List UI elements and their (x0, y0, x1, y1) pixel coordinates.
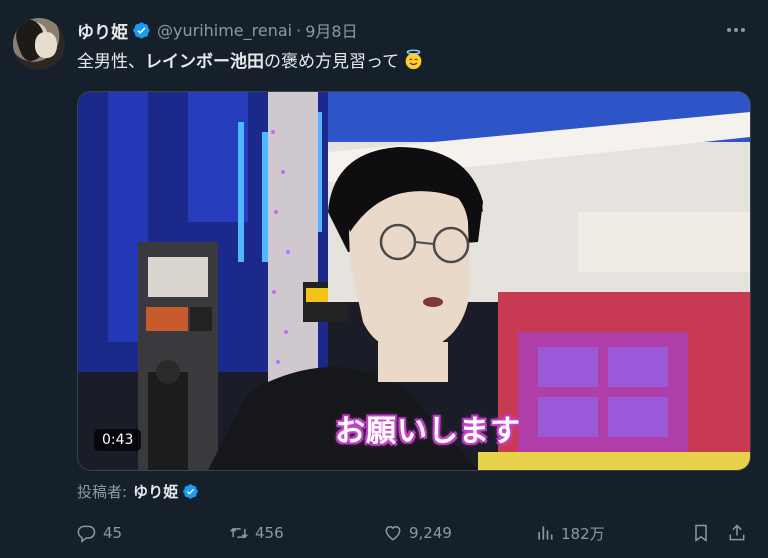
retweet-count: 456 (255, 524, 284, 542)
tweet-text: 全男性、 レインボー池田 の褒め方見習って (77, 47, 424, 72)
verified-badge-icon[interactable] (132, 21, 151, 40)
tweet-date[interactable]: 9月8日 (305, 18, 357, 42)
header-separator: · (296, 20, 302, 40)
like-count: 9,249 (409, 524, 452, 542)
author-name[interactable]: ゆり姫 (77, 18, 128, 43)
bookmark-icon (695, 524, 707, 542)
retweet-icon (230, 527, 248, 539)
halo-smile-emoji-icon (405, 49, 422, 70)
video-player[interactable]: お願いします 0:43 (77, 91, 751, 471)
reply-icon (77, 525, 96, 543)
tweet-text-end: の褒め方見習って (264, 52, 400, 72)
video-subtitle: お願いします (335, 414, 521, 449)
tweet-text-bold: レインボー池田 (145, 52, 264, 72)
share-icon (729, 524, 745, 541)
video-duration: 0:43 (94, 429, 142, 451)
bookmark-button[interactable] (691, 520, 717, 546)
posted-by: 投稿者: ゆり姫 (77, 481, 199, 502)
heart-icon (385, 526, 401, 541)
like-button[interactable]: 9,249 (383, 520, 452, 546)
views-chart-icon (538, 526, 553, 540)
author-avatar[interactable] (13, 18, 65, 70)
posted-by-label: 投稿者: (77, 483, 128, 501)
views-count: 182万 (561, 524, 605, 543)
reply-button[interactable]: 45 (77, 520, 122, 546)
tweet-text-start: 全男性、 (77, 52, 145, 72)
more-options-icon[interactable] (724, 22, 748, 38)
posted-by-name[interactable]: ゆり姫 (133, 481, 178, 502)
reply-count: 45 (103, 524, 123, 542)
verified-badge-icon[interactable] (182, 483, 199, 500)
tweet-header: ゆり姫 @yurihime_renai · 9月8日 (77, 16, 358, 44)
share-button[interactable] (727, 520, 753, 546)
tweet-actions: 45 456 9,249 182万 (77, 520, 749, 546)
views-button[interactable]: 182万 (535, 520, 605, 546)
author-handle[interactable]: @yurihime_renai (157, 21, 292, 40)
retweet-button[interactable]: 456 (229, 520, 284, 546)
